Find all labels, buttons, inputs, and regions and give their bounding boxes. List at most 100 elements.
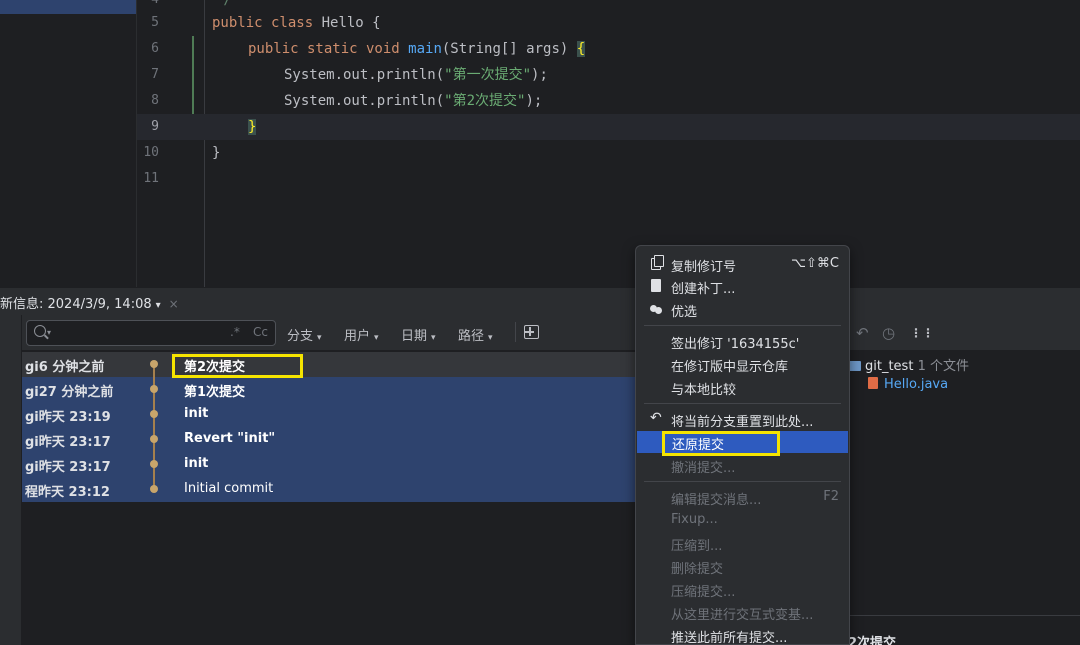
chevron-down-icon[interactable]: ▾	[156, 300, 161, 311]
code-line-5[interactable]: 5 public class Hello {	[137, 10, 1080, 36]
filter-label: 用户	[344, 329, 371, 344]
commit-graph-line	[153, 364, 155, 489]
search-input[interactable]	[61, 323, 241, 343]
menu-label: 编辑提交消息...	[671, 493, 762, 508]
group-icon[interactable]: ⋮⋮	[910, 326, 934, 340]
regex-toggle[interactable]: .*	[230, 325, 240, 339]
commit-row[interactable]: 程昨天 23:12 Initial commit	[22, 477, 636, 502]
class-name: Hello {	[321, 15, 381, 31]
log-tab[interactable]: 新信息: 2024/3/9, 14:08 ▾ ×	[0, 293, 179, 312]
cherry-icon	[650, 305, 657, 312]
code-text: System.out.println("第一次提交");	[284, 62, 548, 88]
menu-reset-branch[interactable]: ↶ 将当前分支重置到此处...	[636, 408, 849, 430]
code-line-11[interactable]: 11	[137, 166, 1080, 192]
path-filter[interactable]: 路径 ▾	[458, 325, 493, 344]
menu-label: 创建补丁...	[671, 282, 736, 297]
menu-label: 与本地比较	[671, 383, 737, 398]
menu-edit-commit-message[interactable]: 编辑提交消息... F2	[636, 486, 849, 508]
undo-icon[interactable]: ↶	[856, 324, 869, 342]
method-name: main	[408, 41, 442, 57]
menu-shortcut: ⌥⇧⌘C	[791, 256, 839, 271]
highlight-annotation	[172, 354, 303, 378]
commit-graph-node	[150, 410, 158, 418]
commit-message: init	[184, 406, 209, 421]
menu-compare-with-local[interactable]: 与本地比较	[636, 376, 849, 398]
tree-file[interactable]: Hello.java	[868, 377, 969, 392]
folder-name: git_test	[865, 359, 914, 374]
menu-show-repo-at-revision[interactable]: 在修订版中显示仓库	[636, 353, 849, 375]
project-selected-row[interactable]	[0, 0, 136, 14]
line-number: 8	[151, 93, 159, 108]
filter-label: 日期	[401, 329, 428, 344]
commit-author-time: gi昨天 23:17	[25, 460, 111, 475]
menu-shortcut: F2	[823, 489, 839, 504]
menu-cherry-pick[interactable]: 优选	[636, 298, 849, 320]
commit-graph-node	[150, 460, 158, 468]
string-literal: "第2次提交"	[444, 93, 526, 109]
branches-rail	[0, 315, 22, 645]
history-icon[interactable]: ◷	[882, 324, 895, 342]
chevron-down-icon: ▾	[317, 333, 322, 343]
commit-message: init	[184, 456, 209, 471]
commit-row[interactable]: gi27 分钟之前 第1次提交	[22, 377, 636, 402]
date-filter[interactable]: 日期 ▾	[401, 325, 436, 344]
line-number: 9	[151, 119, 159, 134]
details-divider	[848, 615, 1080, 616]
code-text: }	[248, 114, 257, 140]
chevron-down-icon: ▾	[431, 333, 436, 343]
code-line-9-current[interactable]: 9 }	[137, 114, 1080, 140]
filter-label: 路径	[458, 329, 485, 344]
copy-icon	[651, 255, 664, 270]
menu-label: 签出修订 '1634155c'	[671, 337, 800, 352]
chevron-down-icon: ▾	[488, 333, 493, 343]
code-line-6[interactable]: 6 public static void main(String[] args)…	[137, 36, 1080, 62]
highlight-annotation	[662, 431, 780, 456]
code-line-8[interactable]: 8 System.out.println("第2次提交");	[137, 88, 1080, 114]
menu-label: 复制修订号	[671, 260, 737, 275]
commit-graph-node	[150, 485, 158, 493]
menu-separator	[644, 403, 841, 404]
line-number: 10	[143, 145, 159, 160]
line-number: 11	[143, 171, 159, 186]
tree-folder[interactable]: git_test 1 个文件	[848, 355, 969, 374]
method-params: (String[] args)	[441, 41, 577, 57]
menu-undo-commit[interactable]: 撤消提交...	[636, 454, 849, 476]
search-icon	[34, 325, 46, 337]
branch-filter[interactable]: 分支 ▾	[287, 325, 322, 344]
menu-label: 撤消提交...	[671, 461, 736, 476]
menu-checkout-revision[interactable]: 签出修订 '1634155c'	[636, 330, 849, 352]
user-filter[interactable]: 用户 ▾	[344, 325, 379, 344]
matched-brace: }	[248, 119, 257, 135]
menu-label: 压缩到...	[671, 539, 723, 554]
menu-copy-revision[interactable]: 复制修订号 ⌥⇧⌘C	[636, 253, 849, 275]
menu-squash-commits[interactable]: 压缩提交...	[636, 578, 849, 600]
close-icon[interactable]: ×	[169, 297, 179, 311]
new-tab-icon[interactable]	[524, 325, 539, 339]
git-log-header: 新信息: 2024/3/9, 14:08 ▾ ×	[0, 287, 1080, 315]
commit-row[interactable]: gi昨天 23:17 Revert "init"	[22, 427, 636, 452]
match-case-toggle[interactable]: Cc	[253, 325, 268, 339]
commit-details-title: 2次提交	[848, 636, 897, 645]
line-number: 6	[151, 41, 159, 56]
search-field[interactable]: ▾ .* Cc	[26, 320, 276, 346]
code-line-7[interactable]: 7 System.out.println("第一次提交");	[137, 62, 1080, 88]
menu-fixup[interactable]: Fixup...	[636, 509, 849, 531]
menu-squash-into[interactable]: 压缩到...	[636, 532, 849, 554]
commit-row[interactable]: gi昨天 23:17 init	[22, 452, 636, 477]
file-name: Hello.java	[884, 377, 949, 392]
string-literal: "第一次提交"	[444, 67, 532, 83]
code-text: System.out.println("第2次提交");	[284, 88, 542, 114]
menu-interactive-rebase[interactable]: 从这里进行交互式变基...	[636, 601, 849, 623]
commit-graph-node	[150, 360, 158, 368]
println-call: System.out.println(	[284, 93, 445, 109]
menu-drop-commits[interactable]: 删除提交	[636, 555, 849, 577]
code-line-10[interactable]: 10 }	[137, 140, 1080, 166]
menu-separator	[644, 325, 841, 326]
menu-push-up-to-here[interactable]: 推送此前所有提交...	[636, 624, 849, 645]
commit-row[interactable]: gi昨天 23:19 init	[22, 402, 636, 427]
commit-row[interactable]: gi6 分钟之前 第2次提交	[22, 352, 636, 377]
commit-author-time: gi6 分钟之前	[25, 360, 105, 375]
menu-create-patch[interactable]: 创建补丁...	[636, 275, 849, 297]
commit-graph-node	[150, 435, 158, 443]
menu-label: 压缩提交...	[671, 585, 736, 600]
